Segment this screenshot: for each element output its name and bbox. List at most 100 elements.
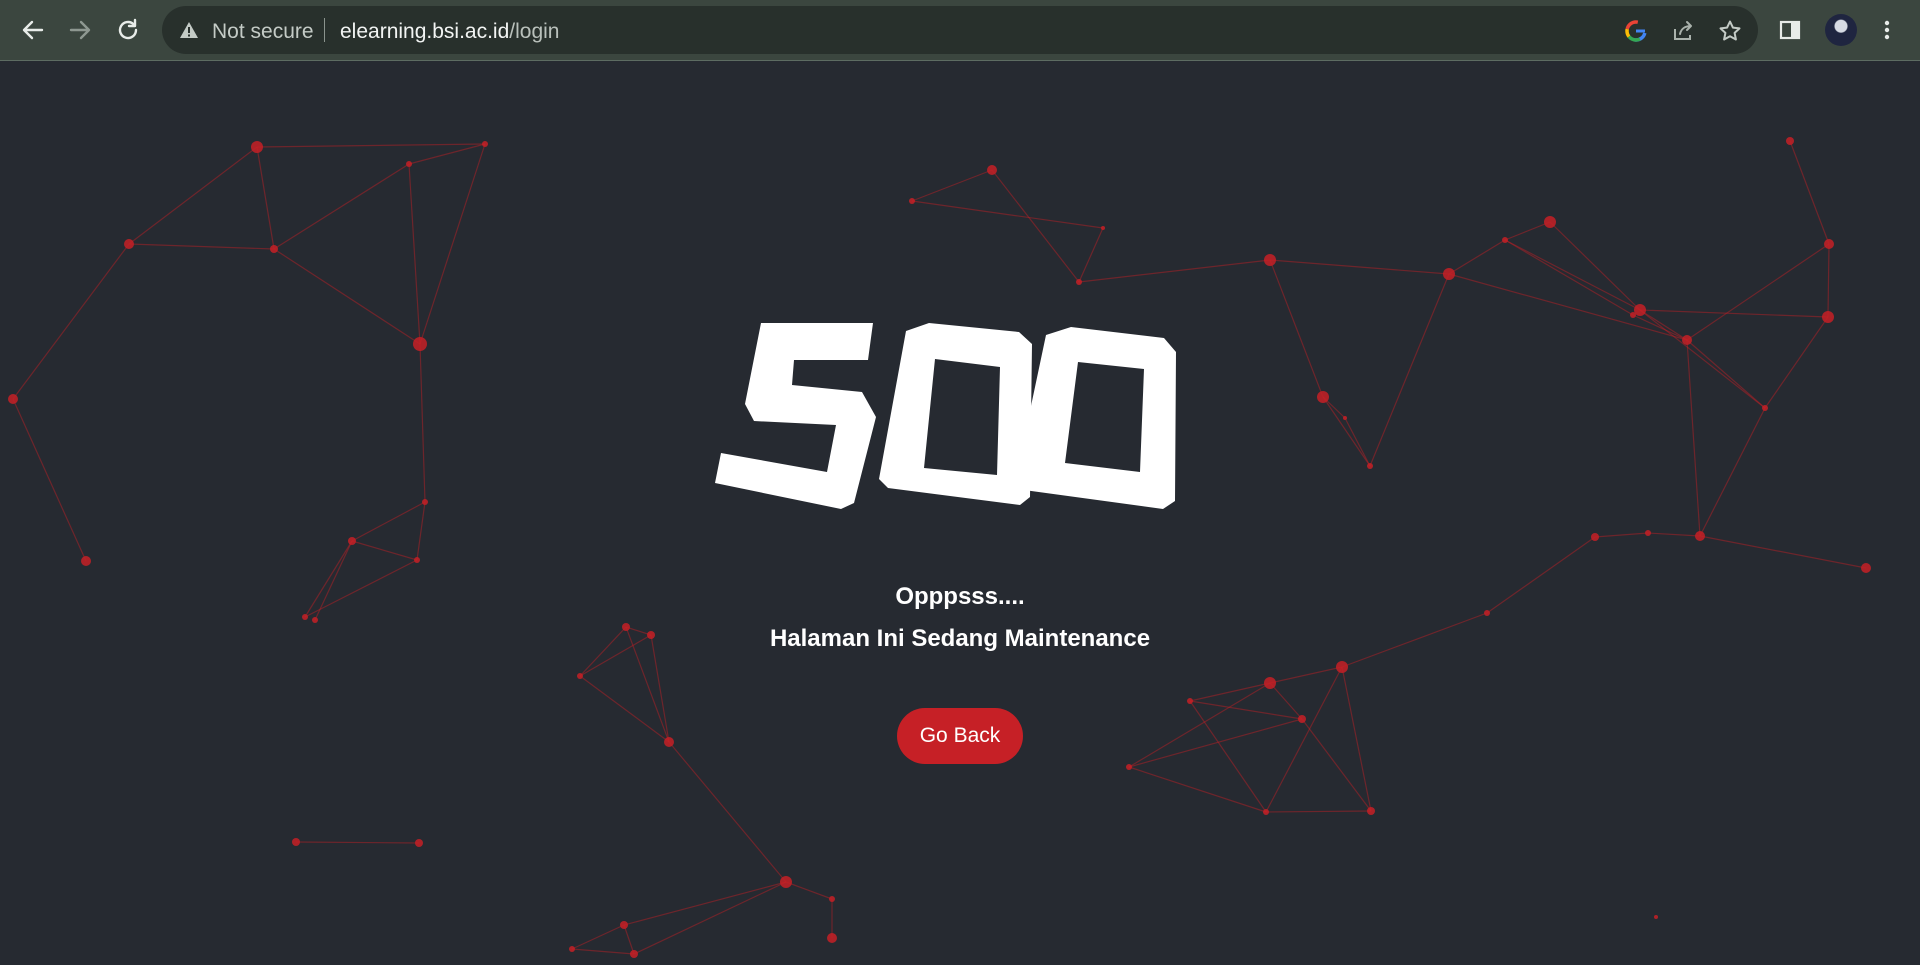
network-node	[8, 394, 18, 404]
network-link	[1265, 810, 1372, 813]
back-button[interactable]	[14, 11, 52, 49]
network-node	[909, 198, 915, 204]
maintenance-message: Halaman Ini Sedang Maintenance	[769, 625, 1151, 652]
network-node	[1654, 915, 1658, 919]
network-link	[1128, 682, 1271, 768]
network-link	[419, 143, 486, 345]
network-link	[1341, 666, 1372, 812]
share-button[interactable]	[1670, 18, 1696, 44]
network-link	[1322, 396, 1371, 467]
forward-button[interactable]	[61, 11, 99, 49]
network-node	[1298, 715, 1306, 723]
network-node	[827, 933, 837, 943]
url-text[interactable]: elearning.bsi.ac.id/login	[340, 20, 559, 44]
network-link	[1699, 535, 1867, 569]
network-link	[571, 948, 635, 955]
network-link	[1504, 239, 1634, 316]
network-link	[1504, 239, 1641, 311]
error-code-digit-5	[715, 323, 876, 509]
network-link	[1265, 666, 1343, 813]
network-node	[1502, 237, 1508, 243]
network-node	[1645, 530, 1651, 536]
network-link	[1189, 682, 1271, 702]
network-node	[1786, 137, 1794, 145]
security-status-label[interactable]: Not secure	[212, 20, 314, 44]
network-link	[1369, 273, 1450, 467]
go-back-button[interactable]: Go Back	[897, 708, 1023, 764]
network-node	[422, 499, 428, 505]
network-link	[1344, 417, 1371, 467]
network-node	[292, 838, 300, 846]
network-node	[413, 337, 427, 351]
google-lens-button[interactable]	[1623, 18, 1649, 44]
address-separator	[324, 18, 325, 42]
network-link	[1269, 259, 1324, 398]
network-link	[1789, 140, 1830, 245]
network-node	[569, 946, 575, 952]
network-link	[256, 143, 486, 148]
network-node	[270, 245, 278, 253]
network-link	[1128, 718, 1303, 768]
network-link	[408, 163, 421, 345]
network-node	[1591, 533, 1599, 541]
network-node	[1343, 416, 1347, 420]
network-link	[351, 540, 418, 561]
error-title: Opppsss....	[895, 583, 1025, 610]
network-node	[1682, 335, 1692, 345]
side-panel-icon	[1779, 20, 1801, 40]
network-node	[780, 876, 792, 888]
side-panel-button[interactable]	[1771, 11, 1809, 49]
network-link	[911, 169, 993, 202]
network-link	[351, 501, 426, 542]
network-link	[1078, 227, 1104, 283]
network-link	[273, 248, 421, 345]
network-node	[1187, 698, 1193, 704]
kebab-menu-icon	[1884, 20, 1890, 40]
network-link	[128, 243, 275, 250]
reload-icon	[118, 18, 138, 40]
network-node	[1824, 239, 1834, 249]
error-code-digit-0	[1016, 327, 1176, 509]
network-link	[295, 841, 420, 844]
network-node	[81, 556, 91, 566]
share-icon	[1674, 21, 1692, 40]
network-node	[1762, 405, 1768, 411]
network-link	[1827, 243, 1830, 318]
network-link	[12, 243, 130, 400]
network-link	[1764, 316, 1829, 409]
star-icon	[1719, 20, 1741, 41]
network-node	[1101, 226, 1105, 230]
network-link	[1448, 273, 1688, 341]
profile-avatar[interactable]	[1825, 14, 1857, 46]
network-link	[571, 924, 625, 950]
network-node	[302, 614, 308, 620]
network-link	[579, 675, 670, 743]
network-link	[1639, 309, 1829, 318]
network-node	[1264, 677, 1276, 689]
network-link	[1699, 407, 1766, 537]
browser-menu-button[interactable]	[1868, 11, 1906, 49]
network-node	[251, 141, 263, 153]
arrow-right-icon	[69, 20, 91, 40]
network-node	[1126, 764, 1132, 770]
network-node	[829, 896, 835, 902]
network-link	[911, 200, 1104, 229]
url-path: /login	[509, 20, 560, 43]
error-code-digit-0	[879, 323, 1032, 505]
network-node	[1263, 809, 1269, 815]
network-node	[1264, 254, 1276, 266]
bookmark-button[interactable]	[1717, 18, 1743, 44]
address-bar[interactable]: Not secure elearning.bsi.ac.id/login	[162, 6, 1758, 54]
warning-triangle-icon	[180, 22, 198, 38]
network-node	[1317, 391, 1329, 403]
network-node	[664, 737, 674, 747]
network-link	[128, 146, 258, 245]
network-link	[1647, 532, 1701, 537]
network-node	[1544, 216, 1556, 228]
reload-button[interactable]	[109, 11, 147, 49]
google-lens-icon	[1625, 20, 1647, 42]
network-link	[623, 881, 787, 926]
network-link	[633, 881, 787, 955]
network-link	[668, 741, 787, 883]
network-node	[577, 673, 583, 679]
